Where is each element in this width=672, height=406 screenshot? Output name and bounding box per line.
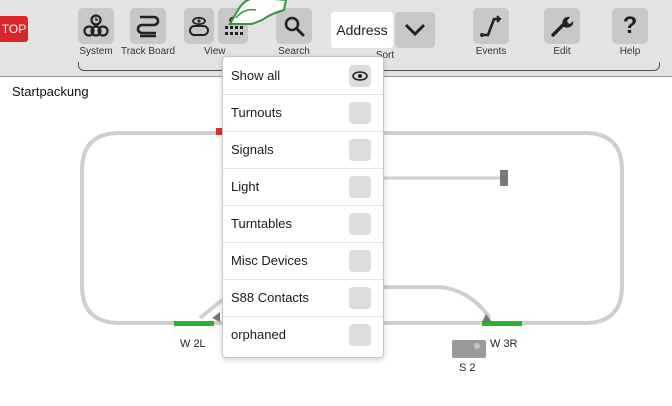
- menu-item-label: Turnouts: [231, 105, 282, 120]
- menu-item-label: Light: [231, 179, 260, 194]
- menu-item-label: Signals: [231, 142, 274, 157]
- turnout-w2l: [174, 321, 214, 326]
- light-checkbox[interactable]: [349, 176, 371, 198]
- turntables-checkbox[interactable]: [349, 213, 371, 235]
- menu-item-label: Turntables: [231, 216, 292, 231]
- signals-checkbox[interactable]: [349, 139, 371, 161]
- turnout-w2l-arrow: [212, 312, 220, 322]
- track-diverge-right: [382, 285, 492, 320]
- pointing-hand-icon: [228, 0, 288, 25]
- menu-item-light[interactable]: Light: [223, 168, 383, 206]
- eye-icon: [352, 71, 368, 81]
- turnouts-checkbox[interactable]: [349, 102, 371, 124]
- turnout-w2l-label: W 2L: [180, 338, 206, 350]
- buffer-stop: [500, 170, 508, 186]
- s88-dot: [474, 343, 480, 349]
- s88-contacts-checkbox[interactable]: [349, 287, 371, 309]
- menu-item-orphaned[interactable]: orphaned: [223, 316, 383, 353]
- view-menu: Show all Turnouts Signals Light Turntabl…: [222, 56, 384, 358]
- menu-item-label: orphaned: [231, 327, 286, 342]
- menu-item-s88-contacts[interactable]: S88 Contacts: [223, 279, 383, 317]
- menu-item-show-all[interactable]: Show all: [223, 57, 383, 95]
- menu-item-label: Show all: [231, 68, 281, 83]
- menu-item-turnouts[interactable]: Turnouts: [223, 94, 383, 132]
- show-all-checkbox[interactable]: [349, 65, 371, 87]
- menu-item-misc-devices[interactable]: Misc Devices: [223, 242, 383, 280]
- menu-item-signals[interactable]: Signals: [223, 131, 383, 169]
- turnout-w3r-label: W 3R: [490, 338, 518, 350]
- menu-item-turntables[interactable]: Turntables: [223, 205, 383, 243]
- misc-devices-checkbox[interactable]: [349, 250, 371, 272]
- menu-item-label: Misc Devices: [231, 253, 308, 268]
- s88-label: S 2: [459, 362, 476, 374]
- orphaned-checkbox[interactable]: [349, 324, 371, 346]
- s88-device: [452, 340, 486, 358]
- menu-item-label: S88 Contacts: [231, 290, 310, 305]
